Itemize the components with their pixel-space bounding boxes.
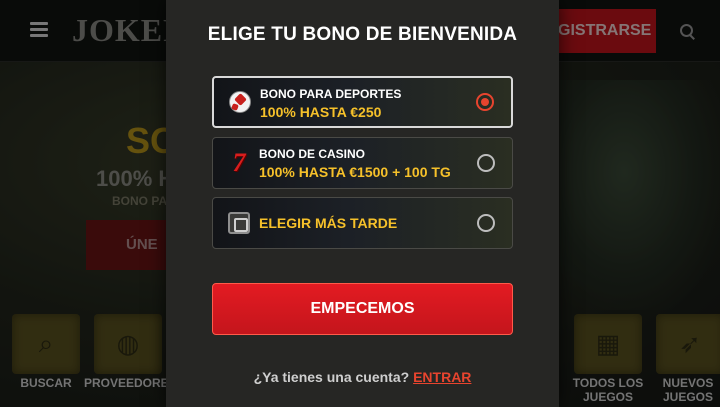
option-sports-bonus[interactable]: BONO PARA DEPORTES 100% HASTA €250 (212, 76, 513, 128)
login-prompt-line: ¿Ya tienes una cuenta? ENTRAR (166, 369, 559, 385)
option-value: 100% HASTA €1500 + 100 TG (259, 164, 451, 180)
option-value: ELEGIR MÁS TARDE (259, 215, 398, 231)
modal-title: ELIGE TU BONO DE BIENVENIDA (207, 24, 518, 45)
radio-casino-bonus[interactable] (477, 154, 495, 172)
radio-sports-bonus[interactable] (476, 93, 494, 111)
option-title: BONO DE CASINO (259, 147, 366, 161)
option-casino-bonus[interactable]: 7 BONO DE CASINO 100% HASTA €1500 + 100 … (212, 137, 513, 189)
box-icon (228, 212, 250, 234)
option-title: BONO PARA DEPORTES (260, 87, 402, 101)
option-choose-later[interactable]: ELEGIR MÁS TARDE (212, 197, 513, 249)
login-prompt: ¿Ya tienes una cuenta? (253, 369, 410, 385)
login-link[interactable]: ENTRAR (413, 369, 471, 385)
radio-choose-later[interactable] (477, 214, 495, 232)
soccer-ball-icon (229, 91, 251, 113)
welcome-bonus-modal: ELIGE TU BONO DE BIENVENIDA BONO PARA DE… (166, 0, 559, 407)
lucky-seven-icon: 7 (232, 148, 246, 177)
start-button[interactable]: EMPECEMOS (212, 283, 513, 335)
option-value: 100% HASTA €250 (260, 104, 382, 120)
